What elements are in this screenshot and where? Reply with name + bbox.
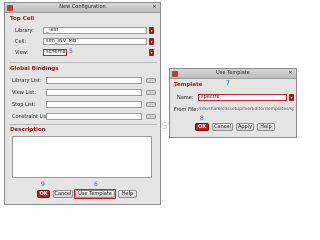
title-bar: Use Template ✕: [170, 69, 296, 79]
ok-step-number: 8: [200, 115, 204, 122]
description-heading: Description: [10, 127, 46, 133]
template-heading: Template: [174, 82, 203, 88]
cell-label: Cell:: [15, 39, 27, 45]
library-label: Library:: [15, 28, 34, 34]
constraint-list-browse-button[interactable]: [146, 114, 156, 119]
library-field[interactable]: _Test: [43, 27, 147, 34]
stop-list-field[interactable]: [46, 101, 142, 108]
top-cell-heading: Top Cell: [10, 16, 35, 22]
name-dropdown-icon[interactable]: ▾: [289, 94, 294, 101]
help-button[interactable]: Help: [257, 123, 275, 131]
use-template-window: Use Template ✕ Template 7 Name: spectre …: [169, 68, 297, 138]
divider: [9, 124, 157, 125]
from-file-path: /cds/share/cdssetup/hierEditor/templates…: [198, 107, 294, 112]
constraint-list-label: Constraint List:: [12, 114, 50, 120]
description-textarea[interactable]: [12, 136, 152, 178]
new-configuration-window: New Configuration ✕ Top Cell Library: _T…: [4, 2, 161, 205]
view-list-browse-button[interactable]: [146, 90, 156, 95]
view-list-label: View List:: [12, 90, 36, 96]
apply-button[interactable]: Apply: [236, 123, 254, 131]
divider: [9, 62, 157, 63]
view-field[interactable]: schematic: [43, 49, 67, 56]
constraint-list-field[interactable]: [46, 113, 142, 120]
close-icon[interactable]: ✕: [287, 70, 294, 77]
view-label: View:: [15, 50, 29, 56]
window-title: New Configuration: [59, 4, 106, 10]
title-bar: New Configuration ✕: [5, 3, 160, 13]
template-step-number: 7: [226, 80, 230, 87]
library-list-field[interactable]: [46, 77, 142, 84]
use-template-step-number: 6: [94, 181, 98, 188]
cell-dropdown-icon[interactable]: ▾: [149, 38, 154, 45]
stop-list-label: Stop List:: [12, 102, 36, 108]
library-list-browse-button[interactable]: [146, 78, 156, 83]
ok-step-number: 9: [41, 181, 45, 188]
cell-field[interactable]: sim_INV_MB: [43, 38, 147, 45]
view-dropdown-icon[interactable]: ▾: [149, 49, 154, 56]
ok-button[interactable]: OK: [195, 123, 209, 131]
ok-button[interactable]: OK: [37, 190, 50, 198]
close-icon[interactable]: ✕: [151, 4, 158, 11]
help-button[interactable]: Help: [118, 190, 137, 198]
view-list-field[interactable]: [46, 89, 142, 96]
cancel-button[interactable]: Cancel: [212, 123, 233, 131]
library-dropdown-icon[interactable]: ▾: [149, 27, 154, 34]
view-step-number: 5: [69, 48, 73, 55]
name-field[interactable]: spectre: [198, 94, 287, 101]
use-template-button[interactable]: Use Template: [75, 190, 115, 198]
stop-list-browse-button[interactable]: [146, 102, 156, 107]
window-title: Use Template: [216, 70, 250, 76]
cancel-button[interactable]: Cancel: [53, 190, 73, 198]
name-label: Name:: [177, 95, 194, 101]
library-list-label: Library List:: [12, 78, 42, 84]
from-file-label: From File:: [174, 107, 199, 113]
global-bindings-heading: Global Bindings: [10, 66, 59, 72]
